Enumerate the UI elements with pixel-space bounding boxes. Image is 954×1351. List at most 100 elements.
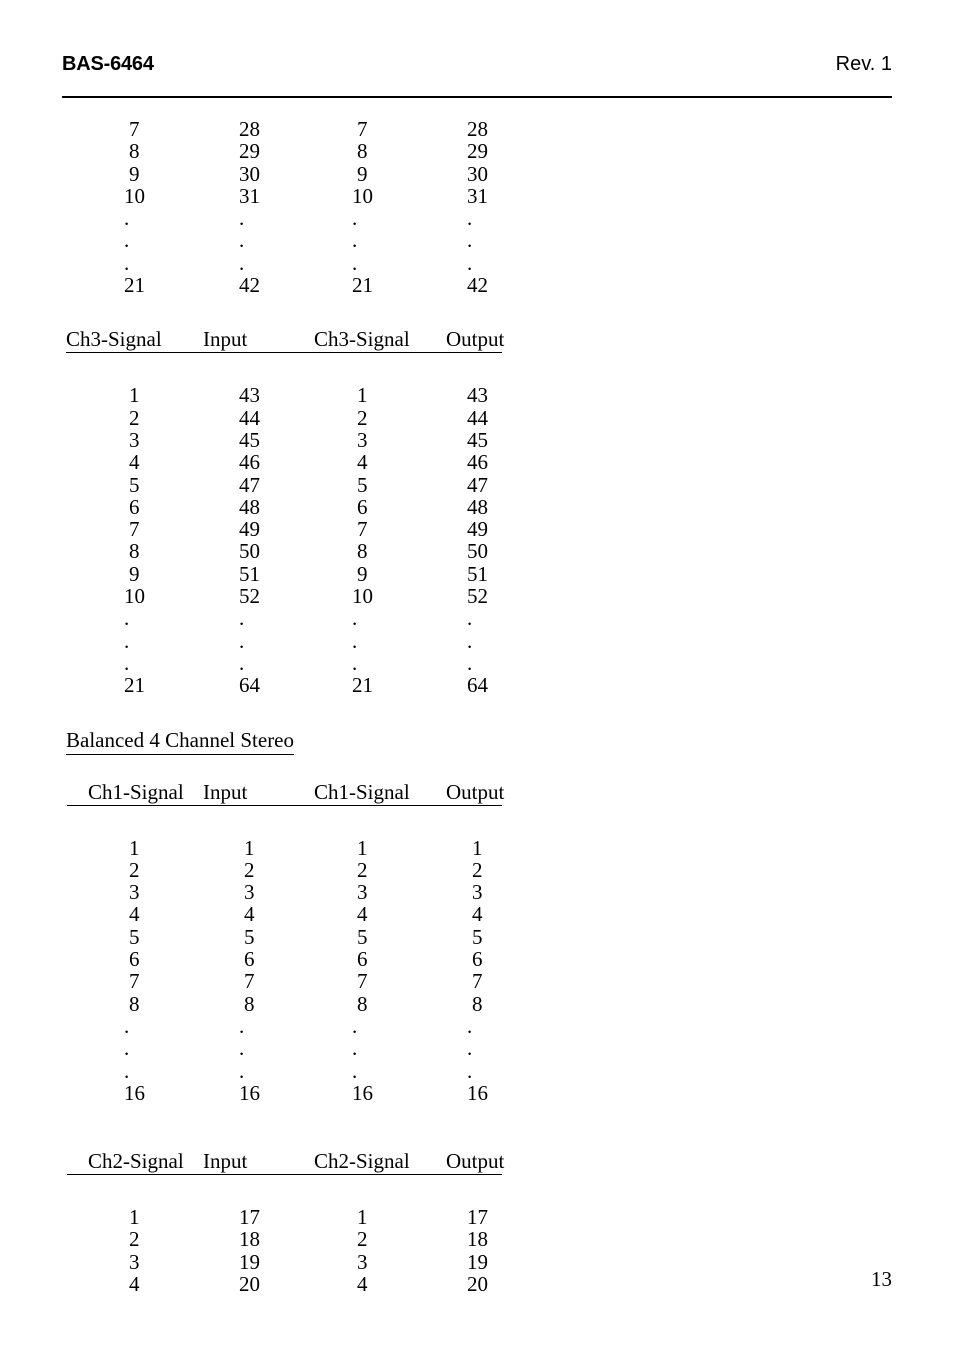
table-cell: 64 bbox=[239, 673, 260, 698]
table-row: .... bbox=[0, 1058, 954, 1083]
table-cell: 6 bbox=[357, 947, 368, 972]
table-cell: 20 bbox=[239, 1271, 260, 1296]
table-cell: 16 bbox=[352, 1080, 373, 1105]
table-cell: 5 bbox=[357, 472, 368, 497]
table-cell-ellipsis: . bbox=[124, 628, 130, 653]
table-row: 10 31 10 31 bbox=[0, 183, 954, 208]
table-cell: 2 bbox=[129, 857, 140, 882]
table-cell: 31 bbox=[467, 183, 488, 208]
table-cell: 30 bbox=[467, 161, 488, 186]
table-cell-ellipsis: . bbox=[124, 1058, 130, 1083]
table-cell: 2 bbox=[357, 1227, 368, 1252]
table-cell: 2 bbox=[244, 857, 255, 882]
table-cell: 8 bbox=[357, 991, 368, 1016]
column-header-4: Output bbox=[446, 327, 505, 352]
column-header-1: Ch1-Signal bbox=[88, 779, 184, 804]
table-row: .... bbox=[0, 206, 954, 231]
table-cell: 43 bbox=[467, 383, 488, 408]
table-cell: 29 bbox=[467, 139, 488, 164]
table-cell: 4 bbox=[129, 450, 140, 475]
table-column-header-row: Ch2-Signal Input Ch2-Signal Output bbox=[0, 1148, 954, 1176]
column-header-underline bbox=[67, 804, 502, 806]
table-cell-ellipsis: . bbox=[124, 1036, 130, 1061]
column-header-4: Output bbox=[446, 1149, 505, 1174]
vertical-spacer bbox=[0, 697, 954, 727]
column-header-4: Output bbox=[446, 779, 505, 804]
table-cell: 46 bbox=[239, 450, 260, 475]
table-cell-ellipsis: . bbox=[352, 1058, 358, 1083]
column-header-2: Input bbox=[203, 327, 248, 352]
table-row: 7 7 7 7 bbox=[0, 969, 954, 994]
table-cell: 46 bbox=[467, 450, 488, 475]
table-row: 3 45 3 45 bbox=[0, 427, 954, 452]
table-cell-ellipsis: . bbox=[239, 1036, 245, 1061]
table-row: .... bbox=[0, 1036, 954, 1061]
table-cell-ellipsis: . bbox=[467, 250, 473, 275]
table-cell: 1 bbox=[129, 1205, 140, 1230]
table-cell-ellipsis: . bbox=[124, 206, 130, 231]
table-cell: 28 bbox=[239, 117, 260, 141]
table-row: 9 51 9 51 bbox=[0, 561, 954, 586]
table-cell: 8 bbox=[472, 991, 483, 1016]
table-cell: 17 bbox=[467, 1205, 488, 1230]
signal-mapping-table: 1 43 1 43 2 44 2 44 3 45 3 45 4 46 4 46 5 47 5 47 6 48 6 48 7 49 7… bbox=[0, 384, 954, 696]
column-header-2: Input bbox=[203, 1149, 248, 1174]
table-cell-ellipsis: . bbox=[467, 606, 473, 631]
table-cell: 6 bbox=[357, 494, 368, 519]
table-cell-ellipsis: . bbox=[124, 606, 130, 631]
table-row: 16 16 16 16 bbox=[0, 1080, 954, 1105]
table-cell: 1 bbox=[244, 835, 255, 860]
table-cell: 6 bbox=[244, 947, 255, 972]
table-cell: 7 bbox=[244, 969, 255, 994]
table-cell: 7 bbox=[357, 969, 368, 994]
table-cell: 3 bbox=[357, 427, 368, 452]
table-cell: 7 bbox=[129, 117, 140, 141]
column-header-3: Ch2-Signal bbox=[314, 1149, 410, 1174]
table-row: 2 2 2 2 bbox=[0, 857, 954, 882]
table-row: 1 43 1 43 bbox=[0, 383, 954, 408]
table-cell-ellipsis: . bbox=[239, 606, 245, 631]
table-cell: 52 bbox=[239, 584, 260, 609]
table-cell: 19 bbox=[467, 1249, 488, 1274]
table-row: 8 8 8 8 bbox=[0, 991, 954, 1016]
table-cell-ellipsis: . bbox=[124, 228, 130, 253]
table-cell: 10 bbox=[352, 584, 373, 609]
table-cell: 3 bbox=[472, 880, 483, 905]
table-cell: 10 bbox=[124, 183, 145, 208]
table-cell: 4 bbox=[472, 902, 483, 927]
table-cell: 43 bbox=[239, 383, 260, 408]
table-cell-ellipsis: . bbox=[124, 650, 130, 675]
table-cell-ellipsis: . bbox=[467, 1013, 473, 1038]
column-header-underline bbox=[67, 1174, 502, 1176]
table-column-header-row: Ch3-Signal Input Ch3-Signal Output bbox=[0, 326, 954, 354]
table-cell-ellipsis: . bbox=[352, 1013, 358, 1038]
table-cell: 1 bbox=[357, 835, 368, 860]
table-cell: 47 bbox=[467, 472, 488, 497]
table-cell: 8 bbox=[357, 539, 368, 564]
vertical-spacer bbox=[0, 757, 954, 779]
table-row: 21 64 21 64 bbox=[0, 673, 954, 698]
column-header-1: Ch3-Signal bbox=[66, 327, 162, 352]
table-row: 9 30 9 30 bbox=[0, 161, 954, 186]
signal-mapping-table: 1 17 1 17 2 18 2 18 3 19 3 19 4 20 4 20 bbox=[0, 1206, 954, 1295]
table-cell: 6 bbox=[129, 947, 140, 972]
table-cell: 9 bbox=[129, 561, 140, 586]
table-cell: 4 bbox=[244, 902, 255, 927]
vertical-spacer bbox=[0, 354, 954, 384]
table-row: .... bbox=[0, 650, 954, 675]
table-cell-ellipsis: . bbox=[239, 650, 245, 675]
table-cell: 29 bbox=[239, 139, 260, 164]
table-cell: 6 bbox=[129, 494, 140, 519]
table-row: .... bbox=[0, 628, 954, 653]
table-cell: 2 bbox=[129, 1227, 140, 1252]
table-cell: 8 bbox=[357, 139, 368, 164]
table-cell-ellipsis: . bbox=[239, 628, 245, 653]
table-cell: 3 bbox=[129, 880, 140, 905]
table-cell: 3 bbox=[357, 1249, 368, 1274]
table-cell: 4 bbox=[357, 1271, 368, 1296]
table-cell: 42 bbox=[467, 273, 488, 298]
table-cell: 47 bbox=[239, 472, 260, 497]
vertical-spacer bbox=[0, 1104, 954, 1148]
column-header-2: Input bbox=[203, 779, 248, 804]
table-row: 7 28 7 28 bbox=[0, 117, 954, 141]
